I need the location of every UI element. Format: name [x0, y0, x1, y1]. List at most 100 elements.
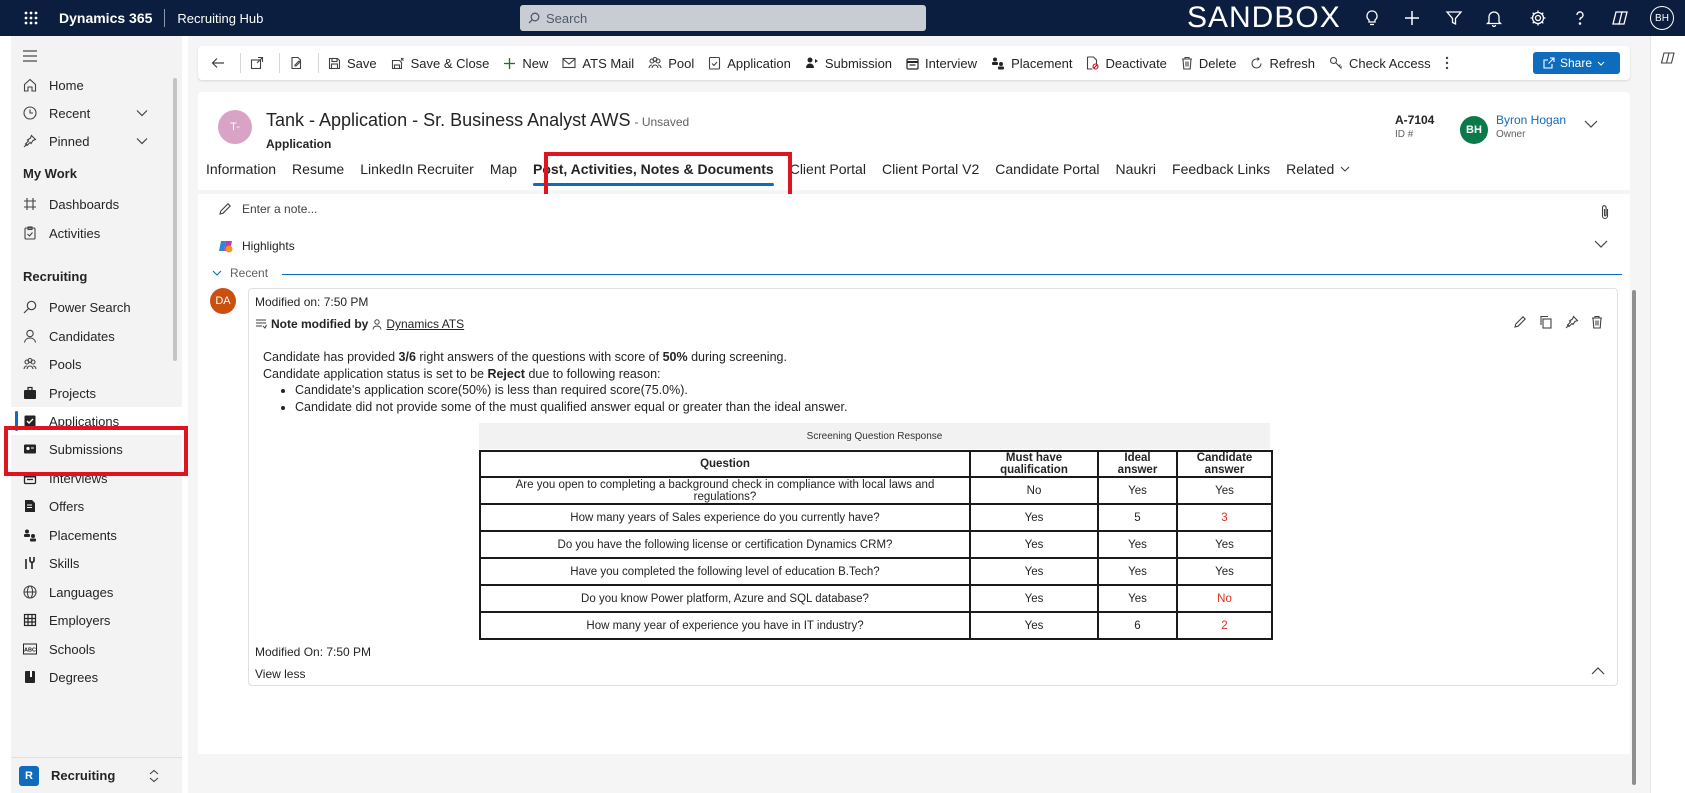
note-input[interactable]: Enter a note...	[218, 202, 317, 216]
nav-power-search[interactable]: Power Search	[11, 293, 182, 321]
deactivate-button[interactable]: Deactivate	[1079, 46, 1173, 80]
chevron-up-icon[interactable]	[1591, 667, 1605, 675]
save-close-button[interactable]: Save & Close	[384, 46, 497, 80]
placement-button[interactable]: Placement	[984, 46, 1079, 80]
note-card: Modified on: 7:50 PM Note modified by Dy…	[248, 288, 1618, 686]
check-access-button[interactable]: Check Access	[1322, 46, 1438, 80]
application-button[interactable]: Application	[701, 46, 798, 80]
pencil-icon	[219, 203, 231, 215]
ats-mail-button[interactable]: ATS Mail	[555, 46, 641, 80]
tab-related[interactable]: Related	[1278, 148, 1358, 190]
note-icon	[256, 319, 267, 329]
owner-name-link[interactable]: Byron Hogan	[1496, 113, 1566, 127]
nav-pinned[interactable]: Pinned	[11, 127, 182, 155]
tab-feedback-links[interactable]: Feedback Links	[1164, 148, 1278, 190]
tab-client-portal[interactable]: Client Portal	[782, 148, 874, 190]
bell-icon[interactable]	[1484, 8, 1504, 28]
back-button[interactable]	[204, 46, 238, 80]
cell: Yes	[969, 503, 1099, 532]
user-avatar[interactable]: BH	[1650, 6, 1674, 30]
open-new-window-button[interactable]	[243, 46, 277, 80]
cell: Yes	[1176, 530, 1273, 559]
nav-degrees[interactable]: Degrees	[11, 663, 182, 691]
tab-candidate-portal[interactable]: Candidate Portal	[987, 148, 1107, 190]
brand-name[interactable]: Dynamics 365	[59, 10, 152, 26]
text: Candidate application status is set to b…	[263, 366, 488, 381]
column-header: Ideal answer	[1097, 450, 1178, 478]
main-scrollbar[interactable]	[1632, 290, 1636, 785]
nav-placements[interactable]: Placements	[11, 521, 182, 549]
copy-icon[interactable]	[1539, 315, 1553, 329]
copilot-icon[interactable]	[1660, 50, 1676, 66]
refresh-button[interactable]: Refresh	[1243, 46, 1322, 80]
chevron-down-icon	[1597, 61, 1605, 66]
plus-icon	[504, 57, 516, 69]
tab-client-portal-v2[interactable]: Client Portal V2	[874, 148, 987, 190]
tab-resume[interactable]: Resume	[284, 148, 352, 190]
main-area: Save Save & Close New ATS Mail Pool Appl…	[188, 36, 1650, 793]
hamburger-icon	[23, 50, 37, 62]
nav-projects[interactable]: Projects	[11, 379, 182, 407]
table-header-row: Question Must have qualification Ideal a…	[479, 450, 1273, 478]
view-less-link[interactable]: View less	[255, 667, 305, 681]
area-switcher[interactable]: R Recruiting	[11, 757, 182, 793]
chevron-down-icon[interactable]	[1594, 240, 1608, 248]
plus-icon[interactable]	[1402, 8, 1422, 28]
deactivate-label: Deactivate	[1105, 55, 1167, 71]
gear-icon[interactable]	[1528, 8, 1548, 28]
reason-list: Candidate's application score(50%) is le…	[295, 382, 1163, 415]
nav-employers[interactable]: Employers	[11, 606, 182, 634]
more-commands-button[interactable]	[1438, 46, 1462, 80]
nav-skills[interactable]: Skills	[11, 549, 182, 577]
cell: How many years of Sales experience do yo…	[479, 503, 971, 532]
author-link[interactable]: Dynamics ATS	[386, 317, 464, 331]
record-title: Tank - Application - Sr. Business Analys…	[266, 110, 689, 131]
note-body: Candidate has provided 3/6 right answers…	[263, 349, 1163, 415]
submission-button[interactable]: Submission	[798, 46, 899, 80]
chevron-down-icon[interactable]	[136, 137, 148, 145]
nav-schools[interactable]: ABC Schools	[11, 635, 182, 663]
highlights-section[interactable]: Highlights	[218, 238, 295, 254]
lightbulb-icon[interactable]	[1362, 8, 1382, 28]
clipboard-check-icon	[709, 56, 721, 70]
environment-label: SANDBOX	[1187, 1, 1341, 34]
record-id-label: ID #	[1395, 129, 1414, 140]
nav-languages[interactable]: Languages	[11, 578, 182, 606]
hub-name[interactable]: Recruiting Hub	[177, 11, 263, 26]
edit-icon[interactable]	[1513, 315, 1527, 329]
pool-button[interactable]: Pool	[641, 46, 701, 80]
form-toggle-button[interactable]	[282, 46, 316, 80]
chevron-down-icon[interactable]	[136, 109, 148, 117]
chevron-down-icon[interactable]	[1584, 120, 1598, 128]
tab-information[interactable]: Information	[198, 148, 284, 190]
nav-dashboards[interactable]: Dashboards	[11, 190, 182, 218]
nav-activities-label: Activities	[49, 225, 101, 241]
tab-map[interactable]: Map	[482, 148, 525, 190]
nav-pools[interactable]: Pools	[11, 350, 182, 378]
nav-candidates[interactable]: Candidates	[11, 322, 182, 350]
nav-scrollbar[interactable]	[173, 78, 177, 361]
copilot-icon[interactable]	[1610, 8, 1630, 28]
owner-avatar[interactable]: BH	[1460, 116, 1488, 144]
save-button[interactable]: Save	[321, 46, 384, 80]
filter-icon[interactable]	[1444, 8, 1464, 28]
paperclip-icon[interactable]	[1600, 204, 1610, 220]
trash-icon[interactable]	[1591, 315, 1603, 329]
pin-icon[interactable]	[1565, 315, 1579, 329]
new-button[interactable]: New	[496, 46, 555, 80]
search-input[interactable]: Search	[520, 5, 926, 31]
nav-recent[interactable]: Recent	[11, 99, 182, 127]
share-button[interactable]: Share	[1532, 52, 1620, 74]
interview-button[interactable]: Interview	[899, 46, 984, 80]
app-launcher-icon[interactable]	[11, 0, 51, 36]
nav-activities[interactable]: Activities	[11, 219, 182, 247]
nav-home[interactable]: Home	[11, 71, 182, 99]
tab-naukri[interactable]: Naukri	[1108, 148, 1164, 190]
nav-offers[interactable]: Offers	[11, 492, 182, 520]
delete-button[interactable]: Delete	[1174, 46, 1244, 80]
tab-linkedin-recruiter[interactable]: LinkedIn Recruiter	[352, 148, 482, 190]
nav-collapse-button[interactable]	[11, 42, 182, 70]
help-icon[interactable]	[1570, 8, 1590, 28]
refresh-icon	[1251, 56, 1263, 69]
recent-group-header[interactable]: Recent	[212, 266, 268, 280]
